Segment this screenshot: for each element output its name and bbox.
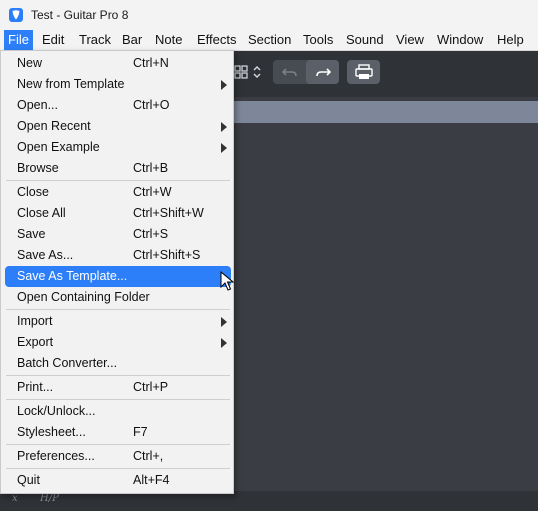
- menu-item-label: Open Example: [17, 140, 100, 154]
- menu-item-label: New from Template: [17, 77, 125, 91]
- title-bar: Test - Guitar Pro 8: [0, 0, 538, 30]
- menu-item-shortcut: Ctrl+B: [133, 161, 169, 175]
- menu-item-import[interactable]: Import: [5, 311, 231, 332]
- undo-icon: [281, 68, 297, 77]
- menu-item-quit[interactable]: Quit Alt+F4: [5, 470, 231, 491]
- menu-separator: [6, 468, 230, 469]
- menu-item-shortcut: Alt+F4: [133, 473, 170, 487]
- bottom-palette: x H/P: [0, 491, 538, 511]
- menu-item-shortcut: F7: [133, 425, 148, 439]
- menu-item-new-from-template[interactable]: New from Template: [5, 74, 231, 95]
- menu-track[interactable]: Track: [75, 30, 115, 50]
- menu-separator: [6, 309, 230, 310]
- menu-separator: [6, 399, 230, 400]
- menu-item-save-as-template[interactable]: Save As Template...: [5, 266, 231, 287]
- submenu-arrow-icon: [221, 80, 227, 90]
- submenu-arrow-icon: [221, 143, 227, 153]
- menu-item-label: Lock/Unlock...: [17, 404, 96, 418]
- menu-item-shortcut: Ctrl+O: [133, 98, 170, 112]
- menu-item-label: New: [17, 56, 43, 70]
- menu-item-close-all[interactable]: Close All Ctrl+Shift+W: [5, 203, 231, 224]
- menu-item-open[interactable]: Open... Ctrl+O: [5, 95, 231, 116]
- submenu-arrow-icon: [221, 338, 227, 348]
- guitar-pick-icon: [9, 8, 23, 22]
- menu-item-close[interactable]: Close Ctrl+W: [5, 182, 231, 203]
- menu-file[interactable]: File: [4, 30, 33, 50]
- undo-redo-group: [273, 60, 339, 84]
- redo-button[interactable]: [306, 60, 339, 84]
- menu-item-batch-converter[interactable]: Batch Converter...: [5, 353, 231, 374]
- menu-item-export[interactable]: Export: [5, 332, 231, 353]
- menu-sound[interactable]: Sound: [342, 30, 388, 50]
- layout-grid-icon: [234, 65, 261, 79]
- menu-item-label: Preferences...: [17, 449, 95, 463]
- menu-help[interactable]: Help: [493, 30, 528, 50]
- menu-item-label: Save As...: [17, 248, 74, 262]
- menu-item-shortcut: Ctrl+P: [133, 380, 169, 394]
- menu-window[interactable]: Window: [433, 30, 487, 50]
- menu-item-save-as[interactable]: Save As... Ctrl+Shift+S: [5, 245, 231, 266]
- menu-note[interactable]: Note: [151, 30, 186, 50]
- menu-item-label: Print...: [17, 380, 54, 394]
- menu-item-shortcut: Ctrl+W: [133, 185, 172, 199]
- menu-section[interactable]: Section: [244, 30, 295, 50]
- menu-item-open-containing-folder[interactable]: Open Containing Folder: [5, 287, 231, 308]
- file-menu-dropdown: New Ctrl+N New from Template Open... Ctr…: [0, 50, 234, 494]
- menu-item-print[interactable]: Print... Ctrl+P: [5, 377, 231, 398]
- menu-effects[interactable]: Effects: [193, 30, 241, 50]
- menu-item-shortcut: Ctrl+,: [133, 449, 164, 463]
- print-icon: [355, 64, 373, 79]
- menu-item-label: Save: [17, 227, 46, 241]
- layout-toggle[interactable]: [230, 60, 268, 84]
- palette-glyph: H/P: [40, 493, 59, 504]
- menu-item-stylesheet[interactable]: Stylesheet... F7: [5, 422, 231, 443]
- menu-item-shortcut: Ctrl+S: [133, 227, 169, 241]
- menu-view[interactable]: View: [392, 30, 428, 50]
- submenu-arrow-icon: [221, 122, 227, 132]
- palette-glyph: x: [12, 493, 18, 504]
- menu-item-new[interactable]: New Ctrl+N: [5, 53, 231, 74]
- redo-icon: [316, 68, 332, 77]
- menu-item-label: Open Containing Folder: [17, 290, 150, 304]
- menu-separator: [6, 180, 230, 181]
- menu-item-lock-unlock[interactable]: Lock/Unlock...: [5, 401, 231, 422]
- menu-separator: [6, 444, 230, 445]
- menu-bar: File Edit Track Bar Note Effects Section…: [0, 30, 538, 51]
- menu-item-label: Browse: [17, 161, 59, 175]
- menu-item-label: Close: [17, 185, 49, 199]
- mouse-cursor-icon: [220, 271, 234, 291]
- print-button[interactable]: [347, 60, 380, 84]
- menu-item-label: Quit: [17, 473, 40, 487]
- menu-item-label: Close All: [17, 206, 66, 220]
- menu-bar-item[interactable]: Bar: [118, 30, 146, 50]
- menu-item-label: Open...: [17, 98, 58, 112]
- menu-item-preferences[interactable]: Preferences... Ctrl+,: [5, 446, 231, 467]
- menu-item-open-example[interactable]: Open Example: [5, 137, 231, 158]
- window-title: Test - Guitar Pro 8: [31, 8, 129, 22]
- menu-tools[interactable]: Tools: [299, 30, 337, 50]
- undo-button[interactable]: [273, 60, 306, 84]
- menu-item-label: Batch Converter...: [17, 356, 118, 370]
- menu-item-save[interactable]: Save Ctrl+S: [5, 224, 231, 245]
- menu-item-label: Import: [17, 314, 53, 328]
- menu-item-open-recent[interactable]: Open Recent: [5, 116, 231, 137]
- menu-item-label: Save As Template...: [17, 269, 128, 283]
- menu-item-label: Open Recent: [17, 119, 91, 133]
- menu-item-label: Export: [17, 335, 54, 349]
- menu-item-label: Stylesheet...: [17, 425, 86, 439]
- menu-item-shortcut: Ctrl+Shift+S: [133, 248, 201, 262]
- submenu-arrow-icon: [221, 317, 227, 327]
- menu-edit[interactable]: Edit: [38, 30, 68, 50]
- menu-item-shortcut: Ctrl+Shift+W: [133, 206, 204, 220]
- menu-item-browse[interactable]: Browse Ctrl+B: [5, 158, 231, 179]
- menu-separator: [6, 375, 230, 376]
- menu-item-shortcut: Ctrl+N: [133, 56, 169, 70]
